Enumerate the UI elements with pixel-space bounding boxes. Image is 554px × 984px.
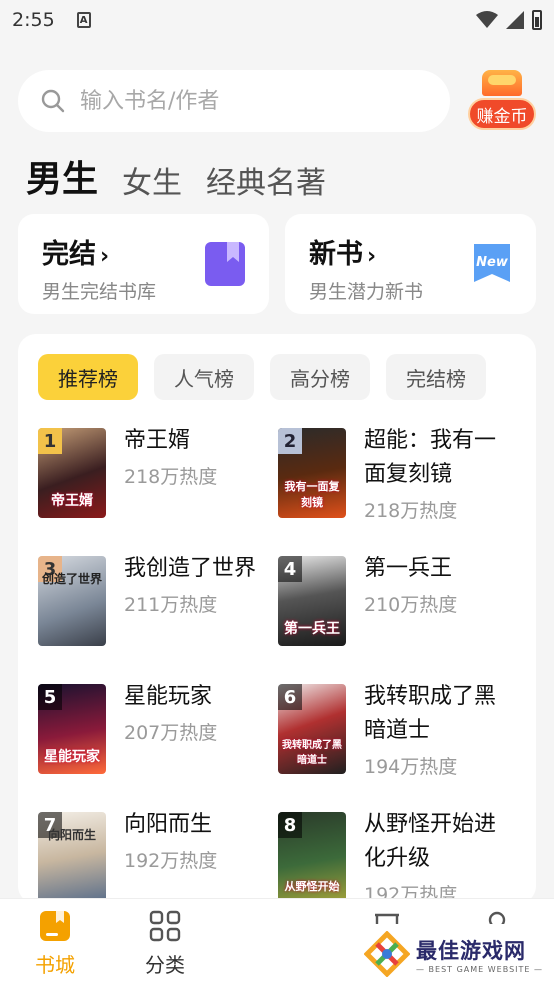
watermark-tagline: — BEST GAME WEBSITE — [416,964,543,974]
site-watermark: 最佳游戏网 — BEST GAME WEBSITE — [352,924,554,984]
wifi-icon [476,11,498,28]
rank-badge: 8 [278,812,302,838]
book-item[interactable]: 4 第一兵王 第一兵王 210万热度 [278,556,518,666]
cover-title: 我有一面复刻镜 [284,480,340,509]
treasure-chest-icon [482,70,522,96]
notification-icon: A [76,12,91,28]
tab-high-score[interactable]: 高分榜 [270,354,370,400]
book-heat: 194万热度 [364,756,458,778]
cover-title: 星能玩家 [44,749,100,765]
book-title: 向阳而生 [124,812,213,837]
completed-card-title: 完结 [42,239,96,270]
cover-title: 我转职成了黑暗道士 [282,740,342,766]
book-heat: 192万热度 [124,850,218,872]
earn-coins-label: 赚金币 [468,98,536,130]
book-title: 我创造了世界 [124,556,257,581]
gender-tabs: 男生 女生 经典名著 [26,150,326,202]
nav-category-label: 分类 [145,953,185,977]
book-heat: 207万热度 [124,722,218,744]
cover-title: 帝王婿 [51,493,93,509]
new-badge-icon: New [474,244,510,282]
search-input[interactable] [80,88,400,114]
tab-completed[interactable]: 完结榜 [386,354,486,400]
book-item[interactable]: 3 创造了世界 我创造了世界 211万热度 [38,556,278,666]
nav-bookstore[interactable]: 书城 [0,899,110,984]
book-item[interactable]: 5 星能玩家 星能玩家 207万热度 [38,684,278,794]
rank-badge: 1 [38,428,62,454]
chevron-right-icon: › [100,244,110,269]
category-grid-icon [149,910,181,942]
status-bar: 2:55 A [0,0,554,40]
tab-female[interactable]: 女生 [122,158,182,202]
rank-badge: 4 [278,556,302,582]
rank-tabs: 推荐榜 人气榜 高分榜 完结榜 [38,354,486,400]
search-row: 赚金币 [18,68,538,134]
book-heat: 218万热度 [364,500,458,522]
status-time: 2:55 [12,9,55,31]
book-cover: 5 星能玩家 [38,684,106,774]
book-title: 帝王婿 [124,428,191,453]
book-item[interactable]: 2 我有一面复刻镜 超能：我有一面复刻镜 218万热度 [278,428,518,538]
watermark-name: 最佳游戏网 [416,938,526,963]
new-books-card[interactable]: 新书 › 男生潜力新书 New [285,214,536,314]
cover-title: 创造了世界 [41,572,102,586]
cover-title: 向阳而生 [47,828,96,842]
nav-bookstore-label: 书城 [35,953,75,977]
book-cover: 3 创造了世界 [38,556,106,646]
book-cover: 6 我转职成了黑暗道士 [278,684,346,774]
book-heat: 218万热度 [124,466,218,488]
new-books-card-title: 新书 [309,239,363,270]
tab-classics[interactable]: 经典名著 [206,158,326,202]
completed-card[interactable]: 完结 › 男生完结书库 [18,214,269,314]
tab-recommended[interactable]: 推荐榜 [38,354,138,400]
chevron-right-icon: › [367,244,377,269]
tab-popular[interactable]: 人气榜 [154,354,254,400]
bookstore-icon [40,911,70,941]
cover-title: 从野怪开始 [284,880,340,893]
book-cover: 7 向阳而生 [38,812,106,902]
battery-icon [532,10,542,30]
book-heat: 210万热度 [364,594,458,616]
book-cover: 4 第一兵王 [278,556,346,646]
signal-icon [506,11,524,29]
book-item[interactable]: 7 向阳而生 向阳而生 192万热度 [38,812,278,904]
book-title: 第一兵王 [364,556,453,581]
book-heat: 211万热度 [124,594,218,616]
ranking-panel: 推荐榜 人气榜 高分榜 完结榜 1 帝王婿 帝王婿 218万热度 2 我有一面复… [18,334,536,904]
book-title: 超能：我有一面复刻镜 [364,428,497,487]
new-badge-text: New [476,255,509,270]
book-cover: 1 帝王婿 [38,428,106,518]
rank-badge: 5 [38,684,62,710]
book-item[interactable]: 6 我转职成了黑暗道士 我转职成了黑暗道士 194万热度 [278,684,518,794]
book-title: 星能玩家 [124,684,213,709]
rank-badge: 2 [278,428,302,454]
book-title: 我转职成了黑暗道士 [364,684,497,743]
cover-title: 第一兵王 [284,621,340,637]
tab-male[interactable]: 男生 [26,150,98,202]
nav-category[interactable]: 分类 [110,899,220,984]
book-item[interactable]: 8 从野怪开始 从野怪开始进化升级 192万热度 [278,812,518,904]
book-item[interactable]: 1 帝王婿 帝王婿 218万热度 [38,428,278,538]
search-icon [41,89,65,113]
watermark-logo-icon [364,931,410,977]
search-box[interactable] [18,70,450,132]
book-cover: 2 我有一面复刻镜 [278,428,346,518]
earn-coins-button[interactable]: 赚金币 [468,68,538,132]
book-title: 从野怪开始进化升级 [364,812,497,871]
bookmark-icon [205,242,245,286]
rank-badge: 6 [278,684,302,710]
feature-cards: 完结 › 男生完结书库 新书 › 男生潜力新书 New [18,214,536,314]
book-cover: 8 从野怪开始 [278,812,346,902]
